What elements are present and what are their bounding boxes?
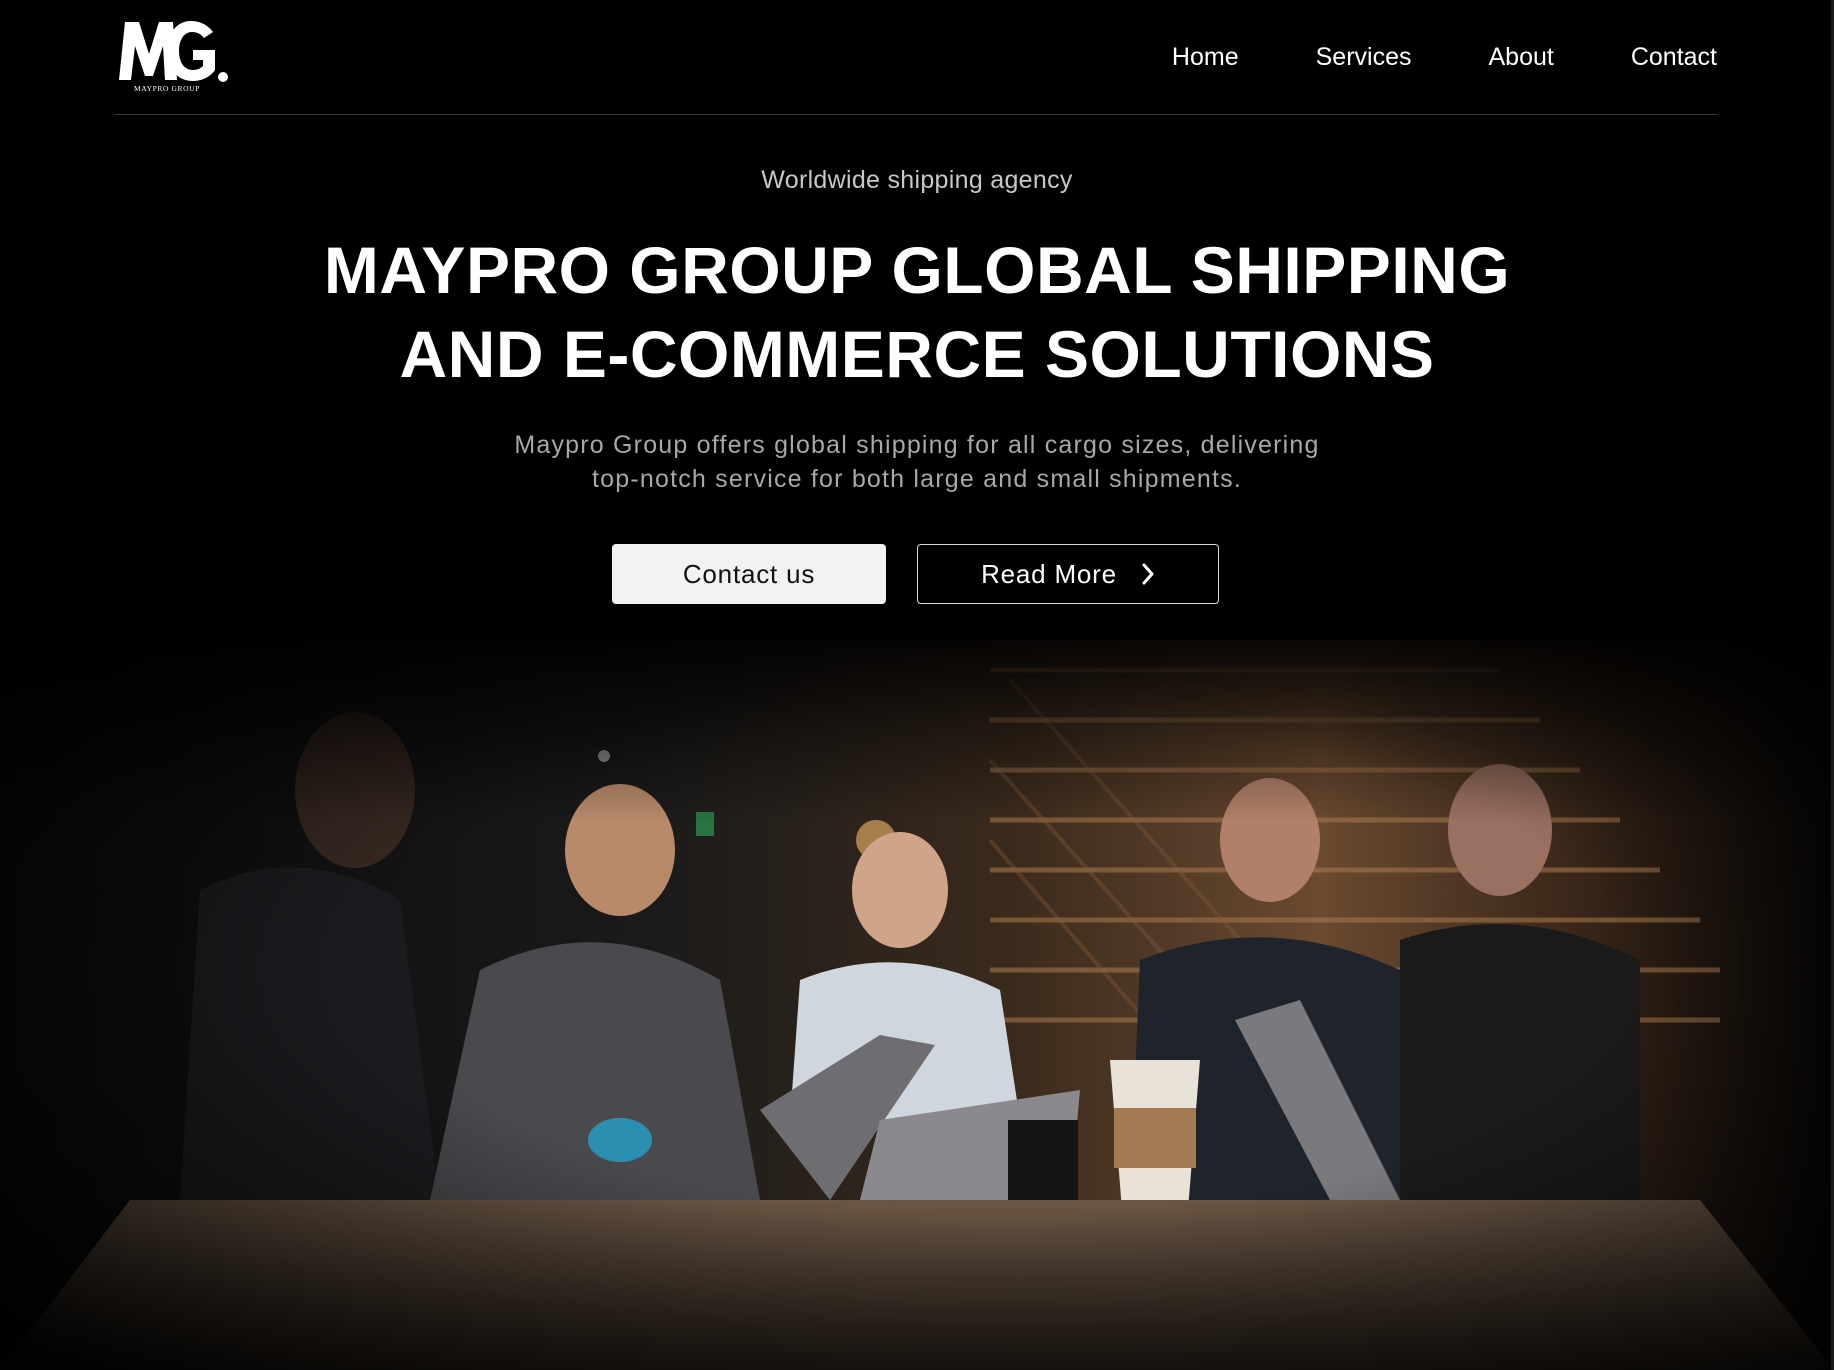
read-more-button[interactable]: Read More xyxy=(917,544,1219,604)
nav-contact[interactable]: Contact xyxy=(1631,40,1717,74)
nav-home[interactable]: Home xyxy=(1172,40,1239,74)
hero-image-team-meeting xyxy=(0,640,1834,1370)
nav-services[interactable]: Services xyxy=(1316,40,1412,74)
hero-description: Maypro Group offers global shipping for … xyxy=(0,428,1834,496)
nav-links: Home Services About Contact xyxy=(1095,40,1717,74)
nav-about[interactable]: About xyxy=(1488,40,1553,74)
contact-us-button[interactable]: Contact us xyxy=(612,544,886,604)
landing-page: MAYPRO GROUP Home Services About Contact… xyxy=(0,0,1834,1370)
hero-eyebrow: Worldwide shipping agency xyxy=(761,166,1073,194)
brand-logo[interactable]: MAYPRO GROUP xyxy=(117,18,232,96)
hero-headline-line-1: MAYPRO GROUP GLOBAL SHIPPING xyxy=(323,233,1511,307)
read-more-button-label: Read More xyxy=(981,558,1117,589)
logo-subtitle-text: MAYPRO GROUP xyxy=(134,84,200,93)
chevron-right-icon xyxy=(1141,563,1155,585)
contact-us-button-label: Contact us xyxy=(682,558,816,589)
hero-description-line-1: Maypro Group offers global shipping for … xyxy=(514,431,1320,459)
logo-subtitle: MAYPRO GROUP xyxy=(134,84,200,93)
hero-headline: MAYPRO GROUP GLOBAL SHIPPING AND E-COMME… xyxy=(0,228,1834,396)
hero-headline-line-2: AND E-COMMERCE SOLUTIONS xyxy=(399,317,1435,391)
top-navigation: MAYPRO GROUP Home Services About Contact xyxy=(115,0,1717,115)
hero-description-line-2: top-notch service for both large and sma… xyxy=(591,465,1242,493)
